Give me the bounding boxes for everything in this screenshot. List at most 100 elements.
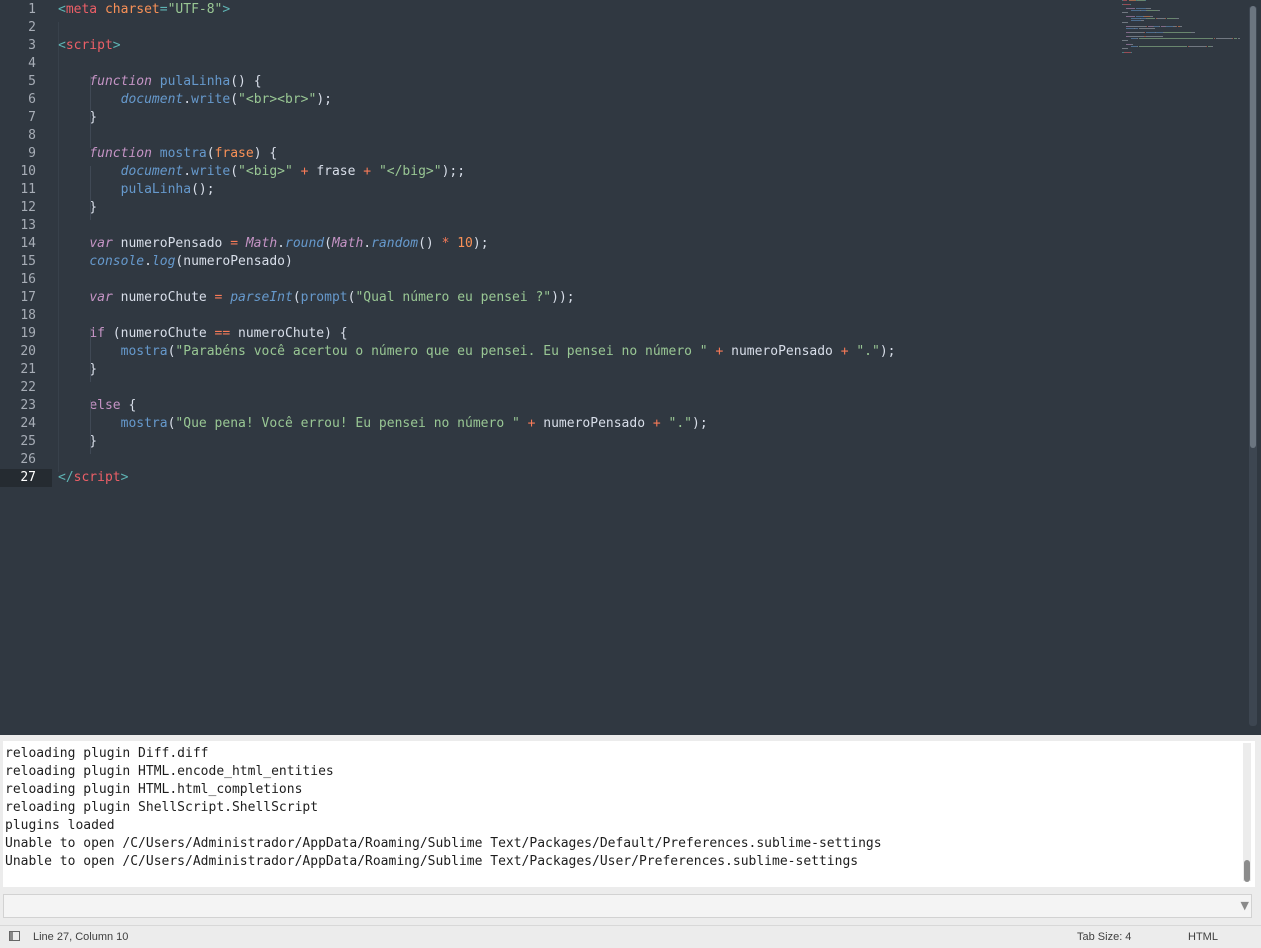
code-line[interactable]: if (numeroChute == numeroChute) { [58, 325, 347, 343]
code-token: (); [191, 182, 215, 197]
code-line[interactable]: var numeroChute = parseInt(prompt("Qual … [58, 289, 575, 307]
line-number: 23 [20, 398, 36, 413]
indent-guide [90, 400, 91, 454]
line-number: 22 [20, 380, 36, 395]
code-line[interactable]: mostra("Parabéns você acertou o número q… [58, 343, 896, 361]
line-number: 7 [28, 110, 36, 125]
code-token: prompt [300, 290, 348, 305]
line-number: 9 [28, 146, 36, 161]
code-token: ); [472, 236, 489, 251]
minimap-mark [1211, 46, 1214, 47]
line-number: 3 [28, 38, 36, 53]
indent-guide [90, 76, 91, 148]
line-number: 2 [28, 20, 36, 35]
code-token: + [363, 164, 372, 179]
code-token: "</big>" [378, 164, 442, 179]
code-token: mostra [120, 416, 168, 431]
console-line: reloading plugin HTML.encode_html_entiti… [5, 764, 334, 779]
syntax-selector[interactable]: HTML [1188, 931, 1218, 943]
minimap-mark [1215, 38, 1232, 39]
line-number: 19 [20, 326, 36, 341]
code-line[interactable]: } [58, 109, 97, 127]
code-token: Math [245, 236, 278, 251]
code-token: write [191, 92, 231, 107]
code-token: + [300, 164, 309, 179]
minimap-mark [1149, 16, 1153, 17]
code-token: "Qual número eu pensei ?" [355, 290, 552, 305]
console-scrollbar-thumb[interactable] [1244, 860, 1250, 882]
code-line[interactable]: var numeroPensado = Math.round(Math.rand… [58, 235, 489, 253]
code-token: + [652, 416, 661, 431]
code-token: else [89, 398, 121, 413]
minimap-mark [1138, 38, 1214, 39]
console-output: reloading plugin Diff.diff reloading plug… [3, 741, 1255, 887]
code-token: frase [308, 164, 364, 179]
line-number: 1 [28, 2, 36, 17]
code-token: write [191, 164, 231, 179]
code-token: mostra [120, 344, 168, 359]
minimap-mark [1163, 32, 1192, 33]
code-token: mostra [159, 146, 207, 161]
minimap-mark [1157, 18, 1165, 19]
code-line[interactable]: <meta charset="UTF-8"> [58, 1, 230, 19]
line-number: 8 [28, 128, 36, 143]
code-token: . [144, 254, 152, 269]
code-line[interactable]: <script> [58, 37, 121, 55]
minimap-mark [1140, 20, 1144, 21]
code-line[interactable]: } [58, 199, 97, 217]
code-token: pulaLinha [120, 182, 192, 197]
code-token: ); [692, 416, 708, 431]
code-line[interactable]: } [58, 361, 97, 379]
console-line: Unable to open /C/Users/Administrador/Ap… [5, 854, 859, 869]
code-line[interactable]: mostra("Que pena! Você errou! Eu pensei … [58, 415, 708, 433]
minimap-mark [1156, 32, 1163, 33]
code-token: document [120, 164, 184, 179]
code-line[interactable]: function pulaLinha() { [58, 73, 261, 91]
minimap-mark [1130, 18, 1140, 19]
minimap-mark [1138, 46, 1187, 47]
code-token: charset [104, 2, 160, 17]
code-line[interactable]: document.write("<br><br>"); [58, 91, 332, 109]
cursor-position[interactable]: Line 27, Column 10 [33, 931, 128, 943]
code-editor[interactable]: 1 <meta charset="UTF-8"> 2 3 <script> 4 5 func… [0, 0, 1261, 733]
chevron-down-icon[interactable]: ▼ [1241, 899, 1249, 912]
minimap-mark [1129, 4, 1131, 5]
code-token: "Parabéns você acertou o número que eu p… [175, 344, 708, 359]
code-token: "." [856, 344, 880, 359]
line-number: 5 [28, 74, 36, 89]
code-token: ( [230, 92, 239, 107]
console-command-input[interactable] [3, 894, 1252, 918]
minimap-mark [1129, 32, 1144, 33]
code-token: log [151, 254, 176, 269]
code-token: )); [551, 290, 575, 305]
tab-size-selector[interactable]: Tab Size: 4 [1077, 931, 1131, 943]
code-line[interactable]: pulaLinha(); [58, 181, 215, 199]
code-token: script [73, 470, 121, 485]
minimap-mark [1146, 26, 1148, 27]
minimap-mark [1124, 52, 1131, 53]
code-token: if [89, 326, 105, 341]
line-number: 15 [20, 254, 36, 269]
line-number: 10 [20, 164, 36, 179]
code-line[interactable]: </script> [58, 469, 128, 487]
indent-guide [90, 328, 91, 382]
minimap[interactable] [1122, 0, 1242, 60]
code-line[interactable]: } [58, 433, 97, 451]
code-token: > [120, 470, 129, 485]
code-line[interactable]: console.log(numeroPensado) [58, 253, 293, 271]
code-token: frase [214, 146, 254, 161]
code-token: ) { [253, 146, 278, 161]
minimap-mark [1205, 46, 1207, 47]
panel-toggle-icon[interactable] [9, 931, 20, 941]
editor-scrollbar-thumb[interactable] [1250, 6, 1256, 448]
code-token: . [183, 164, 192, 179]
minimap-mark [1175, 18, 1180, 19]
code-token: numeroChute [112, 290, 215, 305]
code-line[interactable]: document.write("<big>" + frase + "</big>… [58, 163, 465, 181]
code-line[interactable]: else { [58, 397, 136, 415]
